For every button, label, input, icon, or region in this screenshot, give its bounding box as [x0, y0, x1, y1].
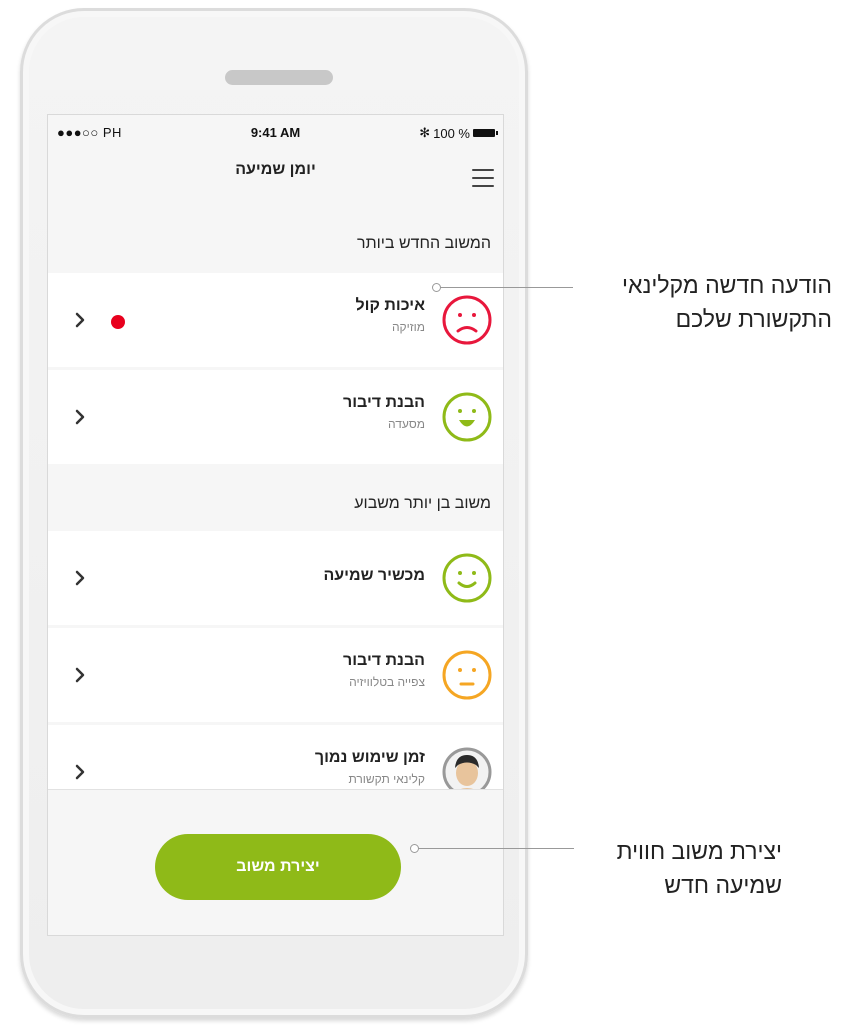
list-item[interactable]: מכשיר שמיעה [48, 531, 503, 625]
list-item-text: זמן שימוש נמוך קלינאי תקשורת [315, 747, 425, 789]
list-item-text: הבנת דיבור צפייה בטלוויזיה [343, 650, 425, 692]
list-item-label: זמן שימוש נמוך [314, 749, 425, 766]
create-feedback-button[interactable]: יצירת משוב [155, 834, 401, 900]
list-item-label: מכשיר שמיעה [323, 567, 425, 584]
bottom-bar: יצירת משוב [48, 789, 503, 935]
app-screen: ●●●○○ PH 9:41 AM ✻ 100 % יומן שמיעה המשו… [47, 114, 504, 936]
new-message-dot [111, 315, 125, 329]
annotation-leader-dot [432, 283, 441, 292]
annotation-create-feedback: יצירת משוב חווית שמיעה חדש [560, 834, 782, 902]
list-item-text: מכשיר שמיעה [323, 565, 425, 587]
list-item-label: הבנת דיבור [343, 394, 425, 411]
laughing-face-icon [442, 392, 492, 442]
chevron-right-icon[interactable] [71, 666, 89, 684]
chevron-right-icon[interactable] [71, 311, 89, 329]
list-item-label: הבנת דיבור [343, 652, 425, 669]
section-title-newest: המשוב החדש ביותר [357, 235, 491, 252]
neutral-face-icon [442, 650, 492, 700]
chevron-right-icon[interactable] [71, 408, 89, 426]
chevron-right-icon[interactable] [71, 763, 89, 781]
hamburger-menu-icon[interactable] [472, 169, 494, 187]
status-bar: ●●●○○ PH 9:41 AM ✻ 100 % [48, 115, 503, 145]
battery-icon [473, 129, 498, 137]
list-item-text: הבנת דיבור מסעדה [343, 392, 425, 434]
status-right: ✻ 100 % [419, 125, 498, 141]
list-item[interactable]: הבנת דיבור צפייה בטלוויזיה [48, 628, 503, 722]
section-title-older: משוב בן יותר משבוע [354, 495, 491, 512]
annotation-leader-line [416, 848, 574, 849]
list-item-text: איכות קול מוזיקה [356, 295, 425, 337]
smiling-face-icon [442, 553, 492, 603]
phone-frame: ●●●○○ PH 9:41 AM ✻ 100 % יומן שמיעה המשו… [20, 8, 528, 1018]
annotation-line: הודעה חדשה מקלינאי [622, 272, 832, 298]
page-title: יומן שמיעה [235, 161, 316, 178]
phone-speaker [225, 70, 333, 85]
battery-percent: 100 % [433, 125, 470, 141]
list-item-sublabel: צפייה בטלוויזיה [349, 675, 425, 689]
annotation-line: שמיעה חדש [664, 872, 782, 898]
bluetooth-icon: ✻ [419, 125, 431, 140]
list-item-sublabel: מוזיקה [391, 320, 425, 334]
sad-face-icon [442, 295, 492, 345]
annotation-line: יצירת משוב חווית [616, 838, 782, 864]
annotation-new-message: הודעה חדשה מקלינאי התקשורת שלכם [560, 268, 832, 336]
list-item-sublabel: קלינאי תקשורת [348, 772, 425, 786]
annotation-line: התקשורת שלכם [675, 306, 832, 332]
annotation-leader-dot [410, 844, 419, 853]
list-item-sublabel: מסעדה [388, 417, 425, 431]
list-item-label: איכות קול [355, 297, 425, 314]
chevron-right-icon[interactable] [71, 569, 89, 587]
app-header: יומן שמיעה [48, 147, 503, 197]
annotation-leader-line [437, 287, 573, 288]
list-item[interactable]: הבנת דיבור מסעדה [48, 370, 503, 464]
